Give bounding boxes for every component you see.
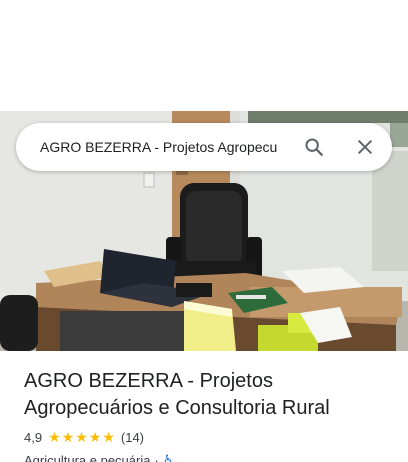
search-input[interactable]: AGRO BEZERRA - Projetos Agropecu: [40, 123, 302, 171]
review-count[interactable]: (14): [121, 430, 144, 445]
search-icon: [305, 138, 323, 156]
rating-row[interactable]: 4,9 ★ ★ ★ ★ ★ (14): [24, 428, 394, 446]
place-category[interactable]: Agricultura e pecuária: [24, 453, 150, 462]
star-icon: ★: [75, 429, 88, 445]
wheelchair-icon: ♿: [162, 452, 175, 462]
star-icon: ★: [88, 429, 102, 445]
star-icon: ★: [102, 429, 115, 445]
rating-value: 4,9: [24, 429, 43, 445]
category-row: Agricultura e pecuária · ♿: [24, 451, 394, 462]
star-icon: ★: [61, 429, 75, 445]
place-info: AGRO BEZERRA - Projetos Agropecuários e …: [24, 368, 394, 462]
separator: ·: [154, 452, 159, 462]
search-bar[interactable]: AGRO BEZERRA - Projetos Agropecu: [16, 123, 392, 171]
close-button[interactable]: [349, 131, 381, 163]
place-title: AGRO BEZERRA - Projetos Agropecuários e …: [24, 370, 330, 419]
star-icon: ★: [48, 429, 61, 445]
star-rating: ★ ★ ★ ★ ★: [48, 430, 116, 444]
close-icon: [358, 140, 372, 154]
search-button[interactable]: [298, 131, 330, 163]
